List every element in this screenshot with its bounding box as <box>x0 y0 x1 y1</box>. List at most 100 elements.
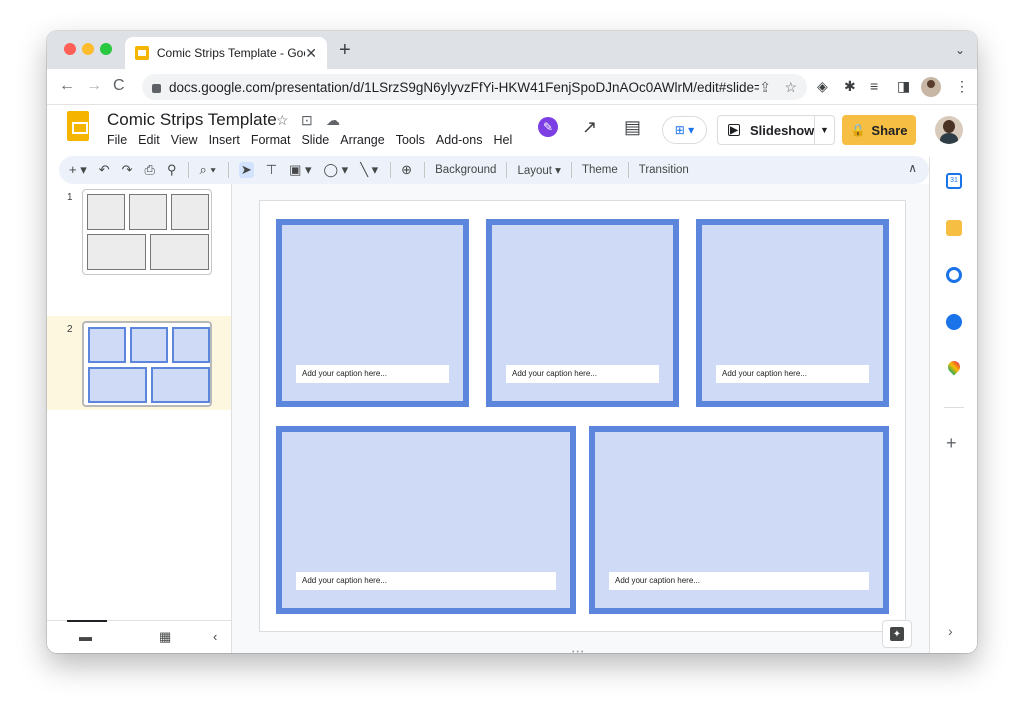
share-lock-icon: 🔒 <box>850 123 866 137</box>
browser-menu-icon[interactable]: ⋮ <box>955 78 969 95</box>
caption-box[interactable]: Add your caption here... <box>296 572 556 590</box>
slideshow-options-chevron-icon[interactable]: ▼ <box>814 116 834 144</box>
back-icon[interactable]: ← <box>59 77 75 95</box>
text-box-icon[interactable]: ⊤ <box>266 162 277 178</box>
caption-box[interactable]: Add your caption here... <box>609 572 869 590</box>
share-button[interactable]: 🔒 Share <box>842 115 916 145</box>
layout-button[interactable]: Layout ▾ <box>517 163 561 177</box>
toolbar-divider <box>570 162 572 178</box>
forward-icon[interactable]: → <box>86 77 102 95</box>
explore-button[interactable]: ✦ <box>882 620 912 648</box>
reload-icon[interactable]: C <box>113 77 125 95</box>
close-window-button[interactable] <box>64 43 76 55</box>
slides-logo-icon[interactable] <box>67 111 89 141</box>
caption-box[interactable]: Add your caption here... <box>506 365 659 383</box>
caption-box[interactable]: Add your caption here... <box>296 365 449 383</box>
background-button[interactable]: Background <box>435 164 496 176</box>
contacts-icon[interactable] <box>946 314 962 330</box>
caption-box[interactable]: Add your caption here... <box>716 365 869 383</box>
comment-icon[interactable]: ▤ <box>624 117 641 138</box>
menu-insert[interactable]: Insert <box>209 133 240 147</box>
addon-icon[interactable]: ✎ <box>538 117 558 137</box>
tab-search-icon[interactable]: ⌄ <box>955 43 965 57</box>
menu-tools[interactable]: Tools <box>396 133 425 147</box>
cloud-status-icon[interactable]: ☁ <box>326 112 340 129</box>
transition-button[interactable]: Transition <box>639 164 689 176</box>
menu-add-ons[interactable]: Add-ons <box>436 133 483 147</box>
slide-canvas[interactable]: Add your caption here... Add your captio… <box>259 200 906 632</box>
comic-panel-1[interactable]: Add your caption here... <box>276 219 469 407</box>
address-bar[interactable]: docs.google.com/presentation/d/1LSrzS9gN… <box>142 74 807 100</box>
url-text[interactable]: docs.google.com/presentation/d/1LSrzS9gN… <box>169 80 759 95</box>
line-icon[interactable]: ╲ ▾ <box>360 162 378 178</box>
zoom-icon[interactable]: ⌕ ▾ <box>199 162 215 178</box>
add-comment-icon[interactable]: ⊕ <box>401 162 412 178</box>
grid-view-icon[interactable]: ▦ <box>159 629 171 645</box>
new-slide-icon[interactable]: + ▾ <box>69 162 87 178</box>
get-addons-icon[interactable]: + <box>946 433 957 454</box>
explore-icon: ✦ <box>890 627 904 641</box>
browser-profile-avatar[interactable] <box>921 77 941 97</box>
menu-file[interactable]: File <box>107 133 127 147</box>
maps-icon[interactable] <box>946 361 962 377</box>
share-page-icon[interactable]: ⇪ <box>759 74 771 100</box>
slide-thumbnail-selected[interactable] <box>82 321 212 407</box>
speaker-notes-handle[interactable]: ••• <box>572 649 585 653</box>
extension-layers-icon[interactable]: ◈ <box>817 78 828 95</box>
collapse-toolbar-chevron-icon[interactable]: ∧ <box>908 161 917 175</box>
browser-tab[interactable]: Comic Strips Template - Google Slides ✕ <box>125 37 327 69</box>
new-tab-button[interactable]: + <box>339 39 351 62</box>
toolbar-divider <box>188 162 190 178</box>
slide-thumbnail-row[interactable]: 1 <box>47 184 231 278</box>
activity-icon[interactable]: ↗ <box>582 117 597 138</box>
menu-format[interactable]: Format <box>251 133 291 147</box>
present-to-meeting-button[interactable]: ⊞ ▾ <box>662 116 707 144</box>
slide-thumbnail-row-active[interactable]: 2 <box>47 316 231 410</box>
undo-icon[interactable]: ↶ <box>99 162 110 178</box>
view-selection-indicator <box>67 620 107 622</box>
thumb-panel <box>87 194 125 230</box>
comic-panel-3[interactable]: Add your caption here... <box>696 219 889 407</box>
minimize-window-button[interactable] <box>82 43 94 55</box>
lock-icon[interactable] <box>152 83 161 93</box>
star-icon[interactable]: ☆ <box>276 112 289 129</box>
comic-panel-5[interactable]: Add your caption here... <box>589 426 889 614</box>
move-to-folder-icon[interactable]: ⊡ <box>301 112 313 129</box>
menu-slide[interactable]: Slide <box>301 133 329 147</box>
thumb-panel <box>129 194 167 230</box>
slide-filmstrip: 1 2 ▬ ▦ ‹ <box>47 184 231 653</box>
header-actions: ✎ ↗ ▤ ⊞ ▾ ▶ Slideshow ▼ 🔒 Share <box>512 105 977 157</box>
account-avatar[interactable] <box>935 116 963 144</box>
filmstrip-view-icon[interactable]: ▬ <box>79 629 92 644</box>
maximize-window-button[interactable] <box>100 43 112 55</box>
calendar-icon[interactable]: 31 <box>946 173 962 189</box>
menu-arrange[interactable]: Arrange <box>340 133 384 147</box>
redo-icon[interactable]: ↷ <box>122 162 133 178</box>
document-title[interactable]: Comic Strips Template <box>107 110 277 130</box>
comic-panel-4[interactable]: Add your caption here... <box>276 426 576 614</box>
share-label: Share <box>871 122 908 138</box>
print-icon[interactable]: ⎙ <box>145 162 155 178</box>
select-cursor-icon[interactable]: ➤ <box>238 162 254 178</box>
expand-side-panel-chevron-icon[interactable]: › <box>948 623 953 639</box>
slide-thumbnail[interactable] <box>82 189 212 275</box>
image-icon[interactable]: ▣ ▾ <box>289 162 311 178</box>
extensions-puzzle-icon[interactable]: ✱ <box>844 78 856 95</box>
shape-icon[interactable]: ◯ ▾ <box>324 162 349 178</box>
paint-format-icon[interactable]: ⚲ <box>167 162 177 178</box>
toolbar-divider <box>424 162 426 178</box>
side-panel-icon[interactable]: ◨ <box>897 78 910 95</box>
slideshow-button[interactable]: ▶ Slideshow ▼ <box>717 115 835 145</box>
reading-list-icon[interactable]: ≡ <box>870 78 878 94</box>
meet-icon: ⊞ ▾ <box>674 123 695 137</box>
bookmark-star-icon[interactable]: ☆ <box>784 74 797 100</box>
collapse-filmstrip-chevron-icon[interactable]: ‹ <box>213 629 217 644</box>
comic-panel-2[interactable]: Add your caption here... <box>486 219 679 407</box>
tasks-icon[interactable] <box>946 267 962 283</box>
theme-button[interactable]: Theme <box>582 164 618 176</box>
menu-edit[interactable]: Edit <box>138 133 160 147</box>
slides-header: Comic Strips Template ☆ ⊡ ☁ File Edit Vi… <box>47 105 977 157</box>
keep-icon[interactable] <box>946 220 962 236</box>
menu-view[interactable]: View <box>171 133 198 147</box>
tab-close-icon[interactable]: ✕ <box>305 45 317 62</box>
